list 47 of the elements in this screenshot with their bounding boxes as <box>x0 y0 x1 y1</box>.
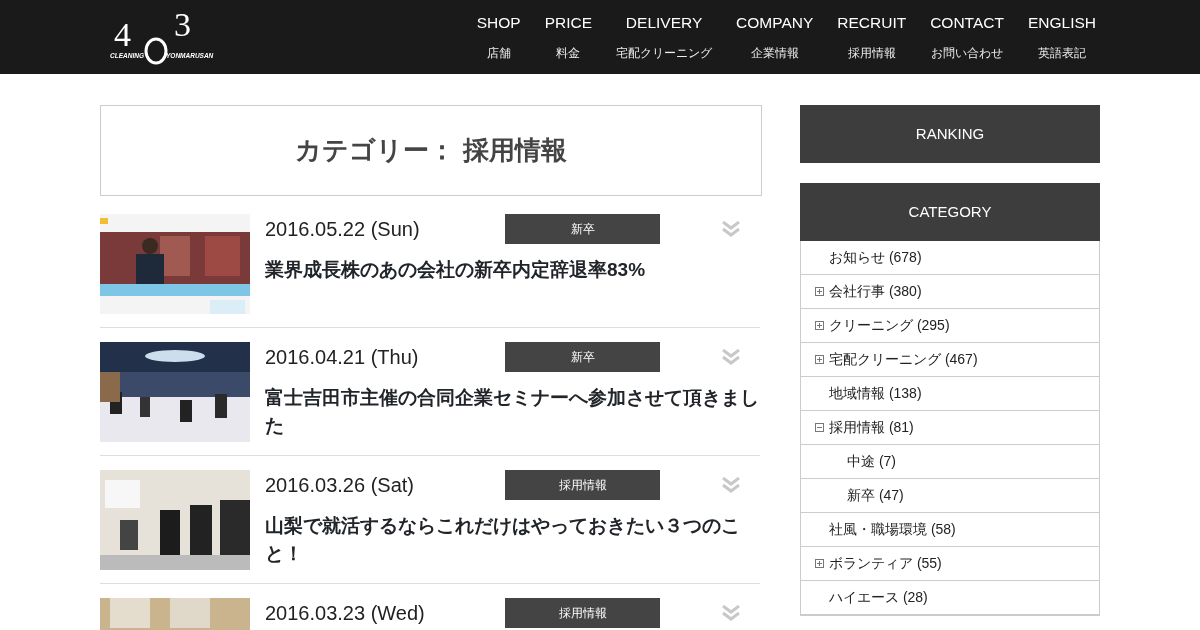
post-date: 2016.04.21 (Thu) <box>265 345 420 370</box>
nav-link[interactable]: SHOP <box>476 11 521 35</box>
category-link[interactable]: 新卒 (47) <box>847 485 904 506</box>
nav-sublabel[interactable]: 企業情報 <box>750 44 799 63</box>
post-title[interactable]: 業界成長株のあの会社の新卒内定辞退率83% <box>265 256 760 284</box>
nav-sublabel[interactable]: 店舗 <box>486 44 511 63</box>
nav-sublabel[interactable]: 宅配クリーニング <box>616 44 713 63</box>
category-heading: CATEGORY <box>800 183 1100 241</box>
page-title: カテゴリー： 採用情報 <box>100 105 762 196</box>
post-date: 2016.03.23 (Wed) <box>265 601 426 626</box>
category-link[interactable]: 会社行事 (380) <box>829 281 922 302</box>
post-date: 2016.05.22 (Sun) <box>265 217 421 242</box>
category-tag[interactable]: 新卒 <box>505 214 660 244</box>
post-title[interactable]: 富士吉田市主催の合同企業セミナーへ参加させて頂きました <box>265 384 760 440</box>
logo-text: 4 <box>114 16 131 53</box>
category-link[interactable]: ハイエース (28) <box>829 587 928 608</box>
category-link[interactable]: お知らせ (678) <box>829 247 922 268</box>
category-link[interactable]: クリーニング (295) <box>829 315 950 336</box>
nav-link[interactable]: PRICE <box>544 11 593 35</box>
category-link[interactable]: 採用情報 (81) <box>829 417 914 438</box>
nav-sublabel[interactable]: 料金 <box>556 44 581 63</box>
category-link[interactable]: 社風・職場環境 (58) <box>829 519 956 540</box>
category-tag[interactable]: 採用情報 <box>505 598 660 628</box>
nav-sublabel[interactable]: お問い合わせ <box>931 44 1004 63</box>
nav-link[interactable]: DELIVERY <box>625 11 703 35</box>
post-date: 2016.03.26 (Sat) <box>265 473 415 498</box>
logo-ring-icon <box>144 37 168 65</box>
nav-link[interactable]: ENGLISH <box>1027 11 1096 35</box>
category-link[interactable]: 中途 (7) <box>847 451 896 472</box>
category-tag[interactable]: 新卒 <box>505 342 660 372</box>
nav-link[interactable]: RECRUIT <box>837 11 907 35</box>
category-link[interactable]: 地域情報 (138) <box>829 383 922 404</box>
expand-icon[interactable] <box>815 355 824 364</box>
expand-icon[interactable] <box>815 321 824 330</box>
nav-link[interactable]: CONTACT <box>930 11 1004 35</box>
category-link[interactable]: 宅配クリーニング (467) <box>829 349 978 370</box>
category-tag[interactable]: 採用情報 <box>505 470 660 500</box>
category-link[interactable]: ボランティア (55) <box>829 553 942 574</box>
expand-icon[interactable] <box>815 559 824 568</box>
collapse-icon[interactable] <box>815 423 824 432</box>
logo-text: 3 <box>174 6 191 43</box>
ranking-heading: RANKING <box>800 105 1100 163</box>
nav-sublabel[interactable]: 英語表記 <box>1037 44 1086 63</box>
nav-sublabel[interactable]: 採用情報 <box>847 44 896 63</box>
expand-icon[interactable] <box>815 287 824 296</box>
nav-link[interactable]: COMPANY <box>736 11 814 35</box>
post-title[interactable]: 山梨で就活するならこれだけはやっておきたい３つのこと！ <box>265 512 760 568</box>
